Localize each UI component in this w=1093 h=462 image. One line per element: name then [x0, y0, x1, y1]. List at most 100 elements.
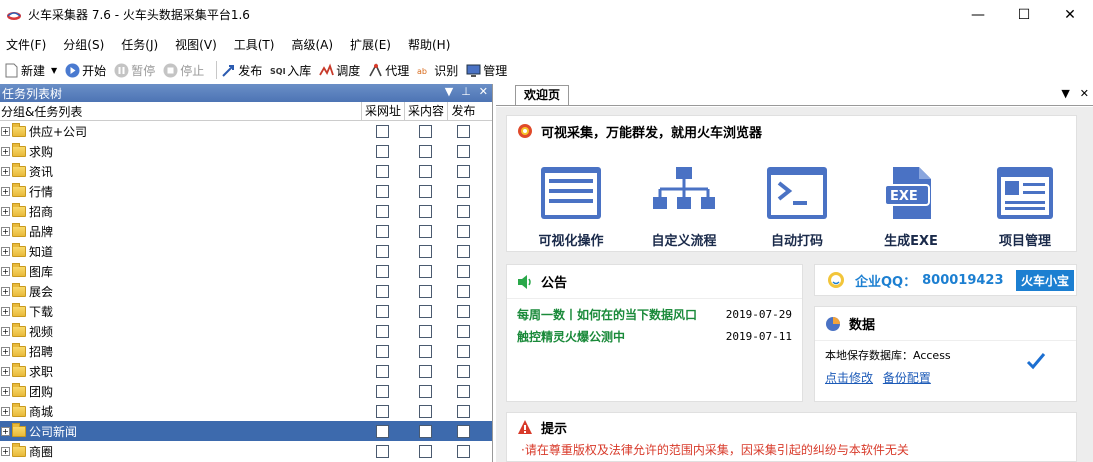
- publish-checkbox[interactable]: [447, 364, 479, 378]
- expand-icon[interactable]: +: [1, 166, 10, 176]
- expand-icon[interactable]: +: [1, 446, 10, 456]
- task-group-node[interactable]: + 公司新闻: [0, 421, 361, 441]
- expand-icon[interactable]: +: [1, 326, 10, 336]
- collect-content-checkbox[interactable]: [404, 304, 447, 318]
- task-group-row[interactable]: + 视频: [0, 321, 492, 341]
- task-group-row[interactable]: + 团购: [0, 381, 492, 401]
- task-group-row[interactable]: + 图库: [0, 261, 492, 281]
- menu-tools[interactable]: 工具(T): [228, 36, 281, 53]
- task-group-node[interactable]: + 品牌: [0, 221, 361, 241]
- expand-icon[interactable]: +: [1, 306, 10, 316]
- publish-checkbox[interactable]: [447, 224, 479, 238]
- feature-custom-flow[interactable]: 自定义流程: [634, 164, 734, 249]
- dropdown-arrow-icon[interactable]: ▼: [51, 66, 57, 75]
- huoche-assistant-button[interactable]: 火车小宝: [1015, 270, 1074, 291]
- expand-icon[interactable]: +: [1, 386, 10, 396]
- collect-url-checkbox[interactable]: [361, 244, 404, 258]
- publish-checkbox[interactable]: [447, 144, 479, 158]
- collect-content-checkbox[interactable]: [404, 184, 447, 198]
- feature-auto-captcha[interactable]: 自动打码: [747, 164, 847, 249]
- panel-dropdown-icon[interactable]: ▼: [445, 85, 453, 98]
- task-group-node[interactable]: + 招聘: [0, 341, 361, 361]
- maximize-button[interactable]: ☐: [1001, 0, 1047, 29]
- task-group-node[interactable]: + 商城: [0, 401, 361, 421]
- task-group-node[interactable]: + 行情: [0, 181, 361, 201]
- feature-project-manage[interactable]: 项目管理: [975, 164, 1075, 249]
- collect-content-checkbox[interactable]: [404, 364, 447, 378]
- publish-checkbox[interactable]: [447, 404, 479, 418]
- collect-content-checkbox[interactable]: [404, 284, 447, 298]
- collect-url-checkbox[interactable]: [361, 204, 404, 218]
- task-group-node[interactable]: + 知道: [0, 241, 361, 261]
- stop-button[interactable]: 停止: [163, 62, 204, 79]
- publish-checkbox[interactable]: [447, 304, 479, 318]
- collect-content-checkbox[interactable]: [404, 204, 447, 218]
- collect-url-checkbox[interactable]: [361, 404, 404, 418]
- collect-content-checkbox[interactable]: [404, 344, 447, 358]
- menu-view[interactable]: 视图(V): [169, 36, 223, 53]
- collect-url-checkbox[interactable]: [361, 224, 404, 238]
- expand-icon[interactable]: +: [1, 146, 10, 156]
- minimize-button[interactable]: —: [955, 0, 1001, 29]
- task-group-row[interactable]: + 商城: [0, 401, 492, 421]
- proxy-button[interactable]: 代理: [368, 62, 409, 79]
- collect-url-checkbox[interactable]: [361, 344, 404, 358]
- menu-task[interactable]: 任务(J): [115, 36, 164, 53]
- task-group-node[interactable]: + 商圈: [0, 441, 361, 461]
- publish-checkbox[interactable]: [447, 344, 479, 358]
- task-group-row[interactable]: + 公司新闻: [0, 421, 492, 441]
- collect-url-checkbox[interactable]: [361, 324, 404, 338]
- collect-content-checkbox[interactable]: [404, 244, 447, 258]
- collect-content-checkbox[interactable]: [404, 224, 447, 238]
- collect-content-checkbox[interactable]: [404, 164, 447, 178]
- recognize-button[interactable]: ab 识别: [417, 62, 458, 79]
- publish-checkbox[interactable]: [447, 124, 479, 138]
- column-publish[interactable]: 发布: [447, 101, 479, 121]
- collect-url-checkbox[interactable]: [361, 144, 404, 158]
- menu-advanced[interactable]: 高级(A): [285, 36, 339, 53]
- expand-icon[interactable]: +: [1, 206, 10, 216]
- task-group-row[interactable]: + 品牌: [0, 221, 492, 241]
- panel-close-icon[interactable]: ✕: [479, 85, 488, 98]
- task-group-row[interactable]: + 展会: [0, 281, 492, 301]
- collect-url-checkbox[interactable]: [361, 264, 404, 278]
- menu-group[interactable]: 分组(S): [57, 36, 110, 53]
- task-group-row[interactable]: + 招商: [0, 201, 492, 221]
- task-group-row[interactable]: + 求职: [0, 361, 492, 381]
- task-group-node[interactable]: + 求购: [0, 141, 361, 161]
- publish-checkbox[interactable]: [447, 264, 479, 278]
- collect-content-checkbox[interactable]: [404, 124, 447, 138]
- task-group-row[interactable]: + 下载: [0, 301, 492, 321]
- feature-visual-operation[interactable]: 可视化操作: [521, 164, 621, 249]
- task-group-node[interactable]: + 图库: [0, 261, 361, 281]
- collect-url-checkbox[interactable]: [361, 124, 404, 138]
- collect-content-checkbox[interactable]: [404, 444, 447, 458]
- collect-url-checkbox[interactable]: [361, 444, 404, 458]
- menu-extend[interactable]: 扩展(E): [344, 36, 397, 53]
- collect-url-checkbox[interactable]: [361, 184, 404, 198]
- expand-icon[interactable]: +: [1, 226, 10, 236]
- publish-checkbox[interactable]: [447, 204, 479, 218]
- collect-url-checkbox[interactable]: [361, 424, 404, 438]
- pin-icon[interactable]: ⊥: [461, 85, 471, 98]
- task-group-row[interactable]: + 招聘: [0, 341, 492, 361]
- task-group-row[interactable]: + 行情: [0, 181, 492, 201]
- expand-icon[interactable]: +: [1, 186, 10, 196]
- publish-checkbox[interactable]: [447, 244, 479, 258]
- task-group-row[interactable]: + 供应+公司: [0, 121, 492, 141]
- task-group-node[interactable]: + 资讯: [0, 161, 361, 181]
- feature-generate-exe[interactable]: EXE 生成EXE: [861, 164, 961, 249]
- publish-checkbox[interactable]: [447, 424, 479, 438]
- publish-checkbox[interactable]: [447, 284, 479, 298]
- menu-help[interactable]: 帮助(H): [402, 36, 456, 53]
- collect-url-checkbox[interactable]: [361, 304, 404, 318]
- expand-icon[interactable]: +: [1, 246, 10, 256]
- expand-icon[interactable]: +: [1, 426, 10, 436]
- publish-checkbox[interactable]: [447, 384, 479, 398]
- collect-content-checkbox[interactable]: [404, 384, 447, 398]
- expand-icon[interactable]: +: [1, 286, 10, 296]
- tab-welcome[interactable]: 欢迎页: [515, 85, 570, 105]
- task-group-node[interactable]: + 视频: [0, 321, 361, 341]
- collect-url-checkbox[interactable]: [361, 364, 404, 378]
- notice-link[interactable]: 触控精灵火爆公测中: [517, 328, 625, 345]
